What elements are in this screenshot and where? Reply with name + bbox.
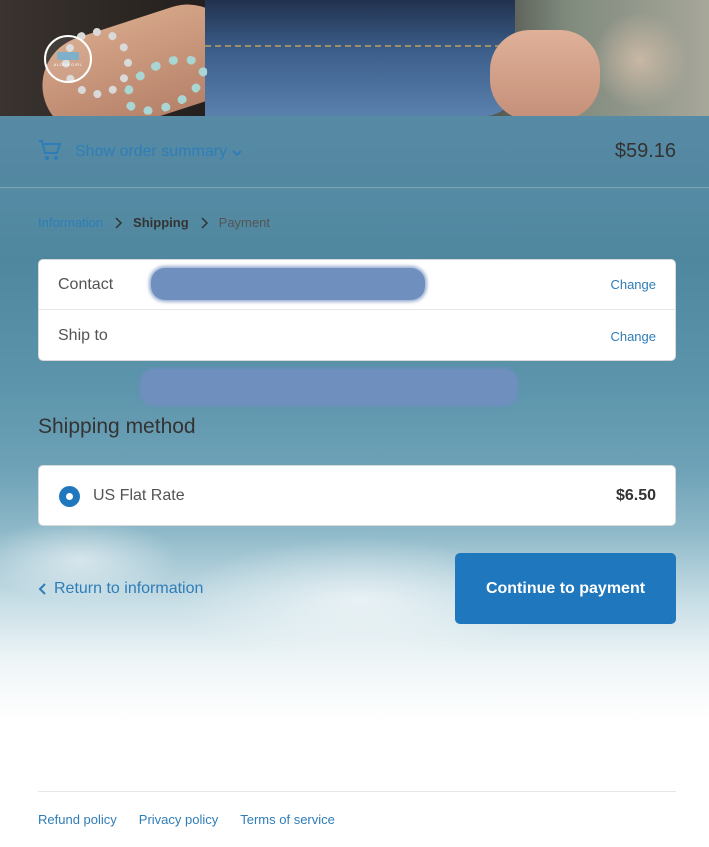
contact-value-redacted xyxy=(151,268,425,300)
continue-to-payment-button[interactable]: Continue to payment xyxy=(455,553,676,624)
chevron-right-icon xyxy=(115,216,123,229)
change-ship-to-link[interactable]: Change xyxy=(610,329,656,344)
return-label: Return to information xyxy=(54,580,204,597)
shipping-rate-option[interactable]: US Flat Rate $6.50 xyxy=(38,465,676,526)
show-order-summary-toggle[interactable]: Show order summary xyxy=(75,143,243,161)
hero-banner: ALOHA GIRL xyxy=(0,0,709,116)
chevron-left-icon xyxy=(38,583,46,595)
chevron-right-icon xyxy=(201,216,208,229)
store-logo[interactable]: ALOHA GIRL xyxy=(44,35,92,83)
chevron-down-icon xyxy=(232,150,242,157)
order-total: $59.16 xyxy=(614,140,676,162)
breadcrumb-payment: Payment xyxy=(218,215,270,230)
ship-to-row: Ship to Change xyxy=(39,311,675,405)
ship-to-value-redacted xyxy=(141,369,517,405)
logo-mark xyxy=(57,51,79,60)
shipping-rate-price: $6.50 xyxy=(615,487,656,504)
return-to-information-link[interactable]: Return to information xyxy=(38,580,203,598)
shipping-rate-name: US Flat Rate xyxy=(93,487,185,504)
breadcrumb: Information Shipping Payment xyxy=(38,215,270,230)
cart-icon xyxy=(39,140,62,160)
hero-jeans xyxy=(205,0,515,116)
breadcrumb-information[interactable]: Information xyxy=(38,215,103,230)
contact-row: Contact Change xyxy=(39,260,675,310)
hero-arm-right xyxy=(490,30,600,116)
breadcrumb-shipping: Shipping xyxy=(133,215,189,230)
review-box: Contact Change Ship to Change xyxy=(38,259,676,405)
logo-text: ALOHA GIRL xyxy=(53,61,83,67)
summary-toggle-label: Show order summary xyxy=(75,143,228,160)
refund-policy-link[interactable]: Refund policy xyxy=(38,812,117,827)
ship-to-label: Ship to xyxy=(58,327,108,344)
privacy-policy-link[interactable]: Privacy policy xyxy=(139,812,218,827)
terms-of-service-link[interactable]: Terms of service xyxy=(240,812,335,827)
shipping-rate-radio[interactable] xyxy=(59,486,80,507)
contact-label: Contact xyxy=(58,275,114,293)
change-contact-link[interactable]: Change xyxy=(610,277,656,292)
shipping-method-title: Shipping method xyxy=(38,415,196,438)
order-summary-bar: Show order summary $59.16 xyxy=(0,116,709,188)
footer-links: Refund policy Privacy policy Terms of se… xyxy=(38,812,357,827)
footer-divider xyxy=(38,791,676,792)
